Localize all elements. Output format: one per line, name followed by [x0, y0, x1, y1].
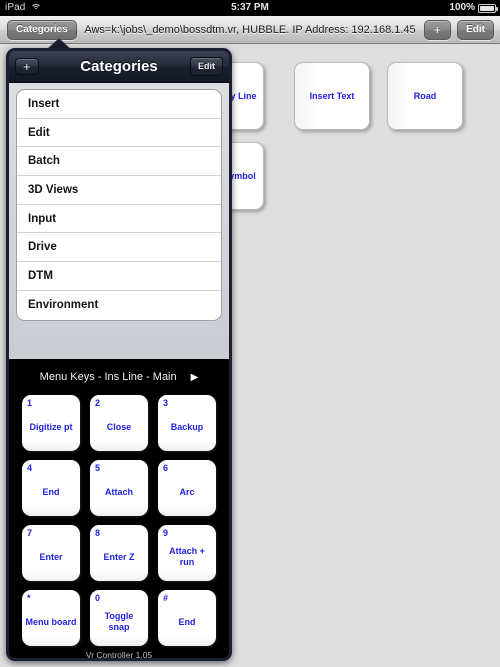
keypad-key-label: Close: [106, 421, 132, 432]
popover-header: + Categories Edit: [9, 51, 229, 83]
keypad-key-number: 8: [95, 528, 101, 538]
popover-title: Categories: [80, 58, 158, 75]
categories-list: Insert Edit Batch 3D Views Input Drive DTM Envi…: [16, 89, 222, 321]
battery-full-icon: [478, 3, 498, 13]
keypad-key-number: 2: [95, 398, 101, 408]
list-item[interactable]: Environment: [17, 290, 221, 320]
keypad-key-number: 0: [95, 593, 101, 603]
list-item[interactable]: Edit: [17, 118, 221, 148]
menu-keys-header: Menu Keys - Ins Line - Main ▶: [15, 359, 223, 395]
keypad-key[interactable]: 0 Toggle snap: [90, 590, 148, 646]
keypad-key-label: End: [178, 616, 196, 627]
keypad-key[interactable]: 4 End: [22, 460, 80, 516]
battery-percent-label: 100%: [449, 2, 475, 13]
list-item-label: Insert: [28, 97, 60, 110]
status-bar-right: 100%: [449, 0, 498, 16]
keypad-key-label: Digitize pt: [29, 421, 73, 432]
keypad-key-number: #: [163, 593, 169, 603]
categories-list-region: Insert Edit Batch 3D Views Input Drive DTM Envi…: [9, 83, 229, 359]
command-card[interactable]: Insert Text: [294, 62, 370, 130]
command-card-label: Insert Text: [309, 91, 355, 101]
keypad-key[interactable]: * Menu board: [22, 590, 80, 646]
list-item[interactable]: DTM: [17, 262, 221, 291]
keypad-key[interactable]: 9 Attach + run: [158, 525, 216, 581]
keypad-key-number: *: [27, 593, 31, 603]
menu-keys-title: Menu Keys - Ins Line - Main: [39, 371, 177, 383]
list-item[interactable]: Drive: [17, 233, 221, 263]
list-item-label: 3D Views: [28, 183, 79, 196]
command-card-label: Road: [413, 91, 437, 101]
keypad-key-label: Menu board: [25, 616, 77, 627]
keypad-grid: 1 Digitize pt 2 Close 3 Backup 4 End 5 Attach 6 Arc…: [15, 395, 223, 646]
popover-body: + Categories Edit Insert Edit Batch 3D View…: [6, 48, 232, 661]
keypad-key-label: Toggle snap: [104, 611, 134, 632]
list-item-label: Environment: [28, 299, 99, 312]
keypad-key[interactable]: 5 Attach: [90, 460, 148, 516]
add-button[interactable]: +: [423, 19, 452, 40]
categories-button[interactable]: Categories: [7, 19, 77, 40]
keypad-key-label: End: [42, 486, 60, 497]
popover-add-button[interactable]: +: [15, 58, 39, 75]
keypad-key[interactable]: 7 Enter: [22, 525, 80, 581]
list-item[interactable]: Batch: [17, 147, 221, 177]
keypad-key-label: Enter: [39, 551, 63, 562]
list-item[interactable]: 3D Views: [17, 176, 221, 205]
keypad-key-label: Backup: [170, 421, 204, 432]
keypad-key[interactable]: 6 Arc: [158, 460, 216, 516]
list-item-label: DTM: [28, 269, 53, 282]
app-toolbar: Categories Aws=k:\jobs\_demo\bossdtm.vr,…: [0, 16, 500, 44]
list-item-label: Edit: [28, 126, 50, 139]
edit-button[interactable]: Edit: [457, 19, 494, 40]
keypad-key[interactable]: 8 Enter Z: [90, 525, 148, 581]
triangle-right-icon[interactable]: ▶: [191, 372, 199, 383]
keypad-key-number: 7: [27, 528, 33, 538]
ios-status-bar: iPad 5:37 PM 100%: [0, 0, 500, 16]
keypad-key[interactable]: 3 Backup: [158, 395, 216, 451]
keypad-key[interactable]: 2 Close: [90, 395, 148, 451]
keypad-key-number: 6: [163, 463, 169, 473]
keypad-key-number: 9: [163, 528, 169, 538]
command-card[interactable]: Road: [387, 62, 463, 130]
keypad-key[interactable]: 1 Digitize pt: [22, 395, 80, 451]
categories-popover: + Categories Edit Insert Edit Batch 3D View…: [6, 39, 232, 661]
keypad-key-number: 4: [27, 463, 33, 473]
keypad-key-label: Arc: [179, 486, 195, 497]
ipad-screen: iPad 5:37 PM 100% Categories Aws=k:\jobs…: [0, 0, 500, 667]
list-item-label: Drive: [28, 241, 57, 254]
keypad-key[interactable]: # End: [158, 590, 216, 646]
keypad-key-label: Attach: [104, 486, 133, 497]
status-bar-clock: 5:37 PM: [231, 2, 269, 13]
keypad-key-number: 3: [163, 398, 169, 408]
list-item-label: Batch: [28, 155, 60, 168]
keypad-key-number: 1: [27, 398, 33, 408]
keypad-key-number: 5: [95, 463, 101, 473]
keypad-key-label: Enter Z: [103, 551, 135, 562]
list-item[interactable]: Input: [17, 204, 221, 234]
app-version-label: Vr Controller 1.05: [85, 650, 153, 660]
popover-edit-button[interactable]: Edit: [190, 57, 223, 76]
keypad-key-label: Attach + run: [169, 546, 205, 567]
toolbar-right-group: + Edit: [423, 19, 494, 40]
list-item[interactable]: Insert: [17, 90, 221, 119]
list-item-label: Input: [28, 212, 57, 225]
menu-keys-panel: Menu Keys - Ins Line - Main ▶ 1 Digitize …: [9, 359, 229, 660]
